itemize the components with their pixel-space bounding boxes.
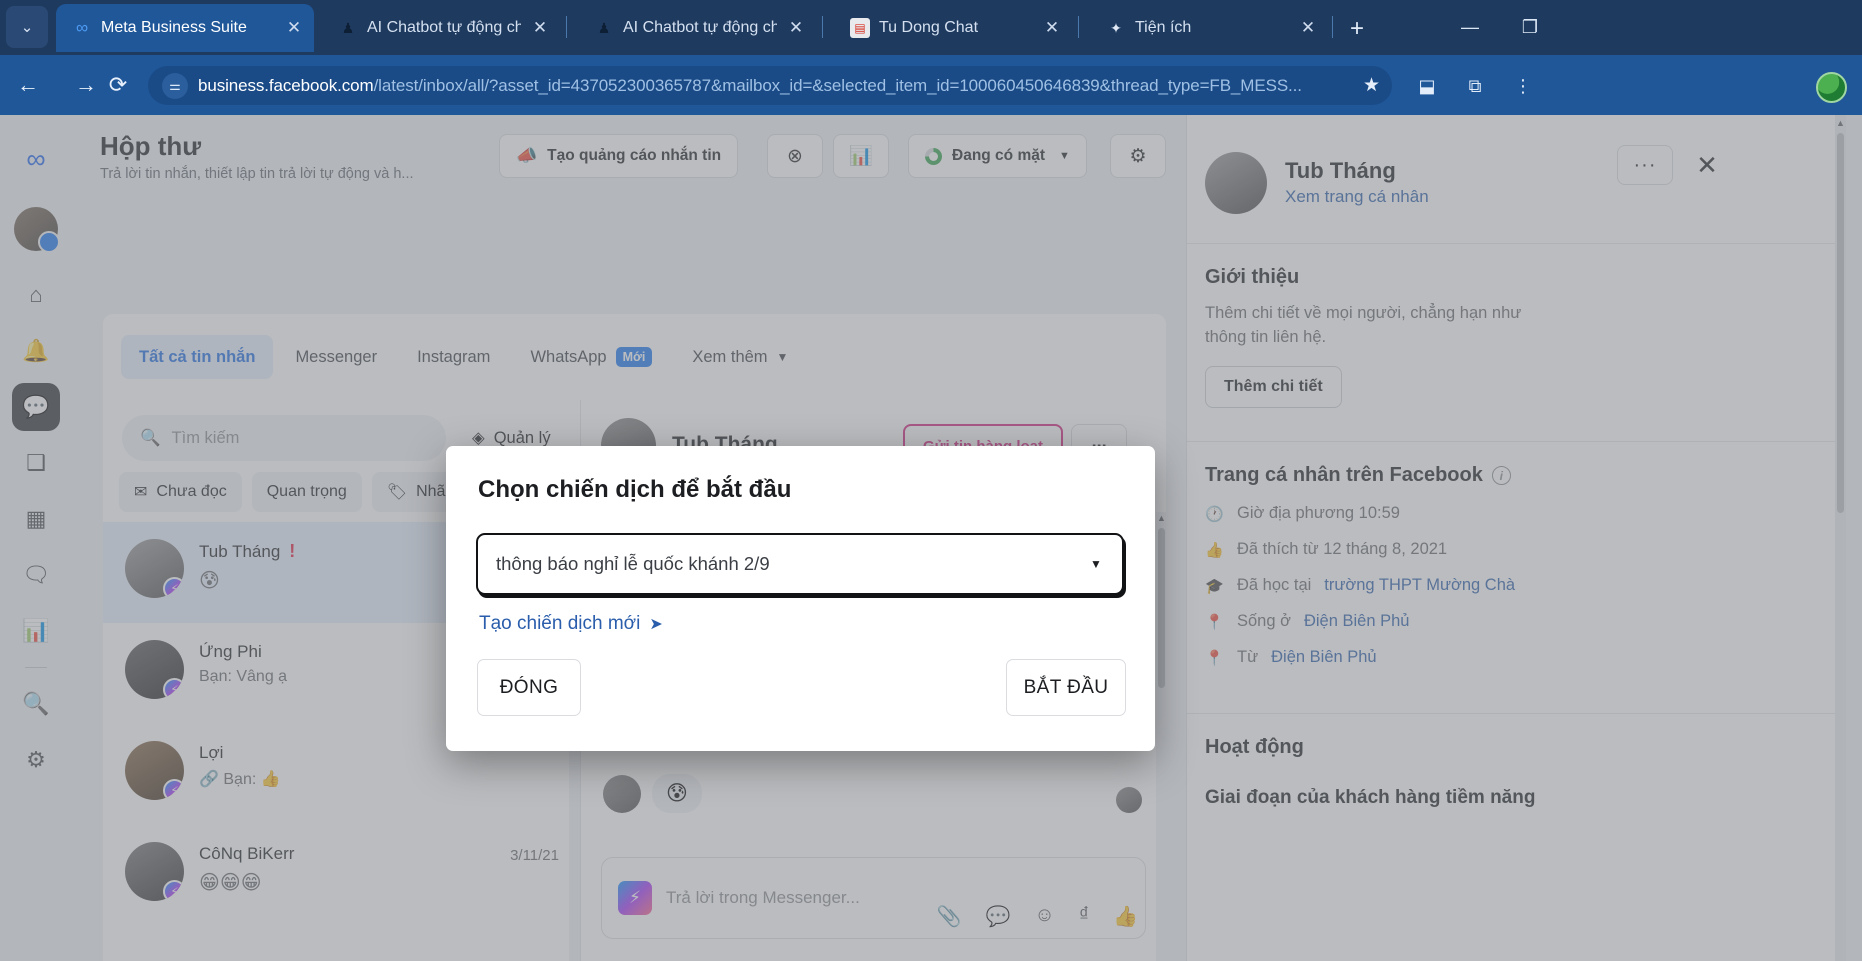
tab-search-button[interactable]: ⌄ (6, 6, 48, 48)
window-maximize-button[interactable]: ❐ (1508, 8, 1552, 46)
browser-menu-icon[interactable]: ⋮ (1506, 69, 1540, 103)
puzzle-icon: ✦ (1110, 19, 1122, 36)
url-path: /latest/inbox/all/?asset_id=437052300365… (373, 75, 1302, 95)
tab-title: AI Chatbot tự động chat (367, 19, 521, 36)
dialog-title: Chọn chiến dịch để bắt đầu (478, 476, 792, 503)
close-icon[interactable]: ✕ (284, 18, 304, 38)
browser-tab-0[interactable]: ∞ Meta Business Suite ✕ (56, 4, 314, 52)
dark-avatar-icon: ♟ (341, 19, 355, 36)
tab-divider (566, 16, 567, 38)
browser-tab-2[interactable]: ♟ AI Chatbot tự động chat ✕ (578, 4, 816, 52)
tab-title: Tu Dong Chat (879, 19, 979, 36)
campaign-picker-dialog: Chọn chiến dịch để bắt đầu thông báo ngh… (446, 446, 1155, 751)
address-bar-url: business.facebook.com/latest/inbox/all/?… (198, 76, 1354, 96)
close-icon[interactable]: ✕ (1042, 18, 1062, 38)
campaign-select[interactable]: thông báo nghỉ lễ quốc khánh 2/9 ▼ (476, 533, 1124, 595)
chevron-down-icon: ▼ (1090, 557, 1102, 571)
extensions-puzzle-icon[interactable]: ⧉ (1458, 69, 1492, 103)
tab-divider (1078, 16, 1079, 38)
tab-title: Meta Business Suite (101, 19, 247, 36)
extension-split-icon[interactable]: ⬓ (1410, 69, 1444, 103)
arrow-right-icon: ➤ (649, 616, 663, 633)
browser-tab-3[interactable]: ▤ Tu Dong Chat ✕ (834, 4, 1072, 52)
browser-tab-4[interactable]: ✦ Tiện ích ✕ (1090, 4, 1328, 52)
address-bar[interactable]: ⚌ business.facebook.com/latest/inbox/all… (148, 66, 1392, 105)
bookmark-icon[interactable]: ★ (1354, 74, 1380, 97)
create-campaign-label: Tạo chiến dịch mới (479, 613, 641, 634)
create-campaign-link[interactable]: Tạo chiến dịch mới ➤ (479, 613, 663, 635)
app-root: ⌄ ∞ Meta Business Suite ✕ ♟ AI Chatbot t… (0, 0, 1862, 961)
chrome-app-icon: ▤ (850, 18, 870, 38)
dark-avatar-icon: ♟ (597, 19, 611, 36)
close-icon[interactable]: ✕ (786, 18, 806, 38)
start-button[interactable]: BẮT ĐẦU (1006, 659, 1126, 716)
close-button[interactable]: ĐÓNG (477, 659, 581, 716)
campaign-select-value: thông báo nghỉ lễ quốc khánh 2/9 (496, 553, 770, 574)
page-content: ∞ ⌂ 🔔 💬 ❑ ▦ 🗨 📊 🔍 ⚙ Hộp thư Trả lời tin … (0, 115, 1862, 961)
tab-divider (822, 16, 823, 38)
url-host: business.facebook.com (198, 75, 374, 95)
avatar[interactable] (1816, 72, 1847, 103)
tab-divider (1332, 16, 1333, 38)
reload-button[interactable]: ⟳ (98, 65, 138, 105)
browser-tab-1[interactable]: ♟ AI Chatbot tự động chat ✕ (322, 4, 560, 52)
meta-infinity-icon: ∞ (75, 18, 89, 37)
tune-icon[interactable]: ⚌ (162, 72, 188, 99)
close-icon[interactable]: ✕ (1298, 18, 1318, 38)
tab-title: AI Chatbot tự động chat (623, 19, 777, 36)
tab-title: Tiện ích (1135, 19, 1192, 36)
back-button[interactable]: ← (8, 65, 48, 105)
close-icon[interactable]: ✕ (530, 18, 550, 38)
window-minimize-button[interactable]: — (1448, 8, 1492, 46)
browser-tab-bar: ⌄ ∞ Meta Business Suite ✕ ♟ AI Chatbot t… (0, 0, 1862, 55)
browser-url-bar: ← → ⟳ ⚌ business.facebook.com/latest/inb… (0, 55, 1862, 115)
new-tab-button[interactable]: + (1342, 14, 1372, 44)
